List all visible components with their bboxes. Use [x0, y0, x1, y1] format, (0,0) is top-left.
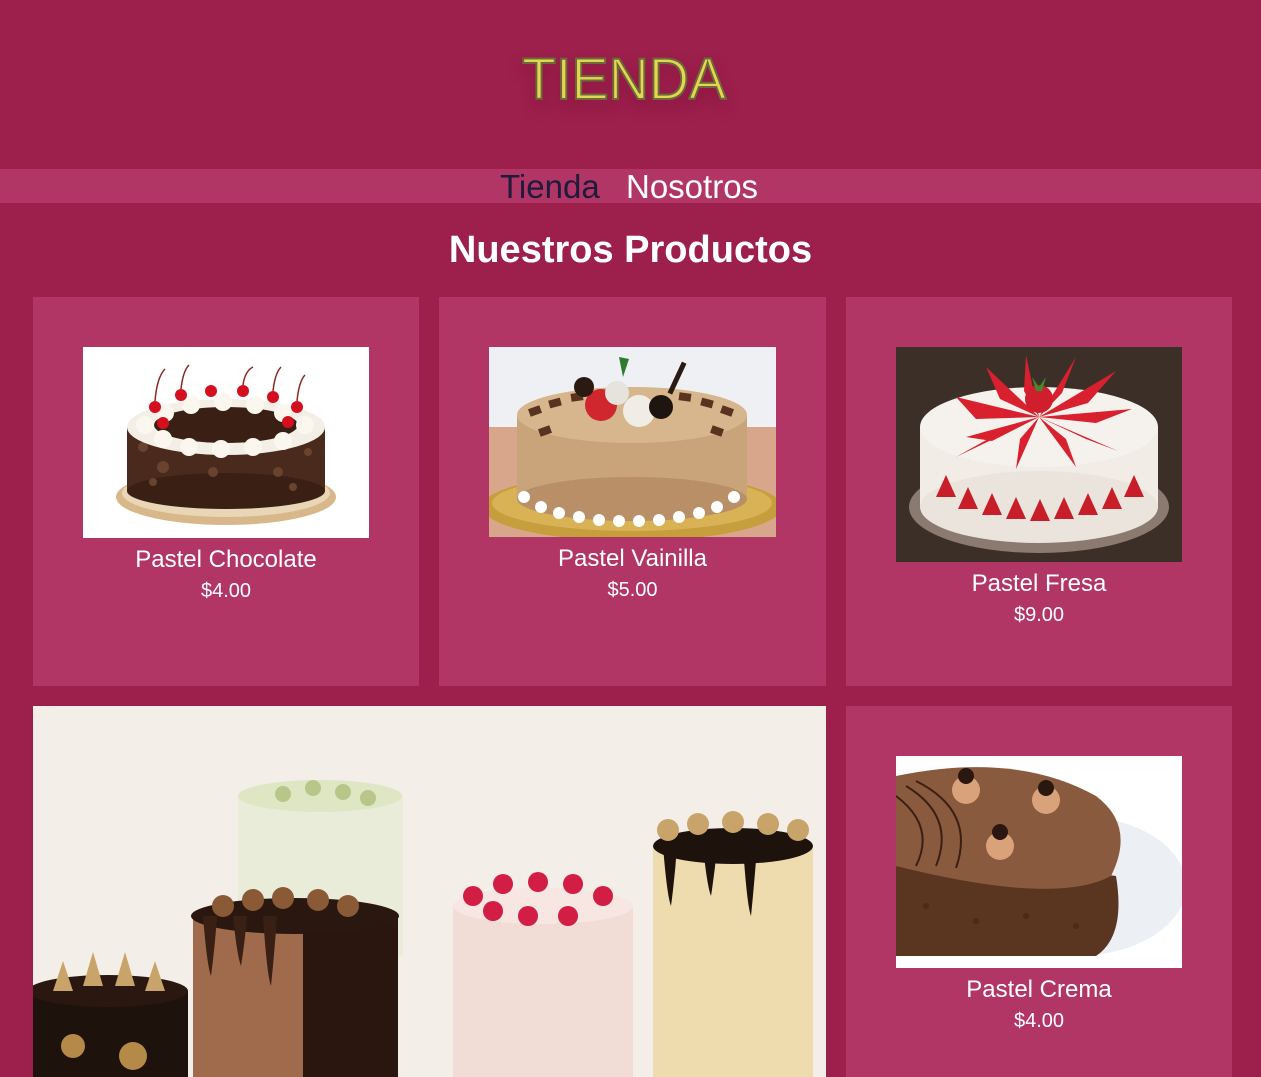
product-price: $4.00: [1013, 1010, 1065, 1032]
product-card[interactable]: Pastel Fresa $9.00: [846, 297, 1232, 686]
product-name: Pastel Chocolate: [135, 546, 317, 573]
product-card[interactable]: Pastel Chocolate $4.00: [33, 297, 419, 686]
nav-link-nosotros[interactable]: Nosotros: [626, 167, 758, 207]
product-card[interactable]: Pastel Vainilla $5.00: [439, 297, 826, 686]
page-title: Nuestros Productos: [448, 229, 813, 271]
product-name: Pastel Fresa: [971, 570, 1107, 597]
product-card[interactable]: Pastel Crema $4.00: [846, 706, 1232, 1077]
strawberry-cake-image[interactable]: [896, 347, 1182, 562]
black-forest-cake-image[interactable]: [83, 347, 369, 538]
product-price: $5.00: [607, 579, 658, 601]
cream-cake-image[interactable]: [896, 756, 1182, 968]
site-logo[interactable]: TIENDA: [521, 46, 727, 113]
product-name: Pastel Crema: [966, 976, 1112, 1003]
product-name: Pastel Vainilla: [558, 545, 707, 572]
vanilla-cake-image[interactable]: [489, 347, 776, 537]
assorted-cakes-banner-image[interactable]: [33, 706, 826, 1077]
nav-link-tienda[interactable]: Tienda: [500, 167, 600, 207]
product-price: $9.00: [1013, 604, 1065, 626]
product-price: $4.00: [200, 580, 252, 602]
site-header: TIENDA: [0, 0, 1261, 168]
